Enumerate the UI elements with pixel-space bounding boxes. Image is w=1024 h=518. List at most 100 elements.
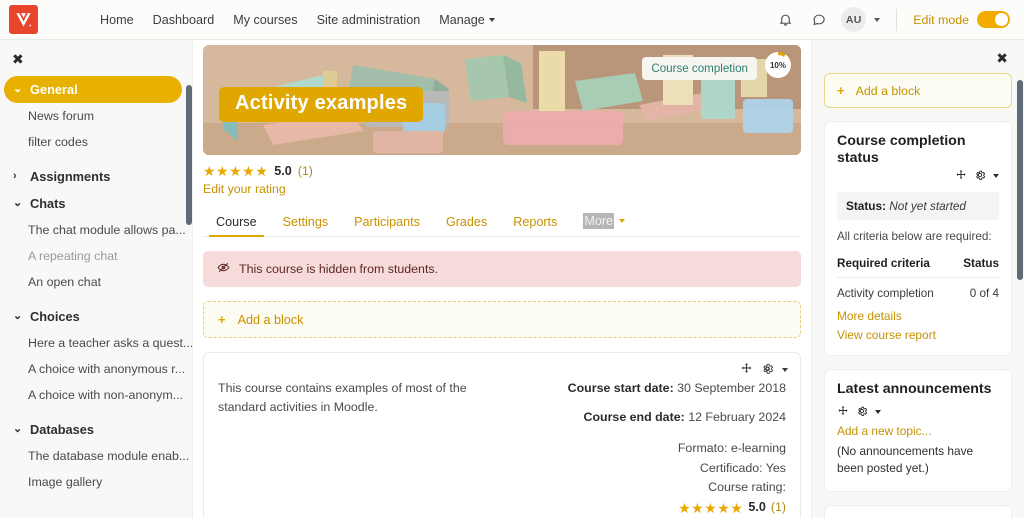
tab-course[interactable]: Course [203, 215, 270, 237]
message-icon[interactable] [808, 10, 828, 30]
tab-participants[interactable]: Participants [341, 215, 433, 236]
sidebar-section-assignments[interactable]: › Assignments [4, 163, 182, 190]
bell-icon[interactable] [775, 10, 795, 30]
tab-settings[interactable]: Settings [270, 215, 342, 236]
eye-slash-icon [217, 261, 230, 277]
rating-value: 5.0 [274, 164, 292, 178]
chevron-down-icon: ⌄ [13, 83, 23, 95]
sidebar-item-chat-module[interactable]: The chat module allows pa... [0, 217, 192, 243]
move-icon[interactable] [837, 405, 849, 419]
drawer-scrollbar[interactable] [1017, 80, 1023, 280]
chevron-down-icon[interactable] [993, 174, 999, 179]
criteria-table: Required criteria Status Activity comple… [837, 252, 999, 304]
add-block-button[interactable]: + Add a block [203, 301, 801, 338]
custom-fields: Formato: e-learning Certificado: Yes Cou… [533, 439, 786, 518]
sidebar-item-repeating-chat[interactable]: A repeating chat [0, 243, 192, 269]
course-tabs: Course Settings Participants Grades Repo… [203, 208, 801, 237]
block-controls [837, 405, 881, 419]
drawer-add-block-button[interactable]: + Add a block [824, 73, 1012, 108]
chevron-down-icon [619, 219, 626, 223]
move-icon[interactable] [740, 362, 753, 377]
sidebar-item-open-chat[interactable]: An open chat [0, 269, 192, 295]
site-logo[interactable] [9, 5, 38, 34]
sidebar-item-database-module[interactable]: The database module enab... [0, 443, 192, 469]
chevron-down-icon[interactable] [875, 410, 881, 415]
nav-link-my-courses[interactable]: My courses [233, 13, 297, 27]
course-banner: Activity examples Course completion 10% [203, 45, 801, 155]
sidebar-item-news-forum[interactable]: News forum [0, 103, 192, 129]
card-controls [740, 362, 788, 377]
more-details-link[interactable]: More details [837, 309, 999, 323]
toggle-switch[interactable] [977, 11, 1010, 28]
sidebar-section-databases[interactable]: ⌄ Databases [4, 416, 182, 443]
completion-status-value: Not yet started [889, 199, 966, 214]
add-new-topic-link[interactable]: Add a new topic... [837, 424, 999, 438]
add-block-label: Add a block [237, 312, 304, 327]
nav-link-manage[interactable]: Manage [439, 13, 495, 27]
tab-reports[interactable]: Reports [500, 215, 570, 236]
move-icon[interactable] [955, 169, 967, 183]
chevron-right-icon: › [13, 170, 17, 182]
nav-link-manage-label: Manage [439, 12, 485, 27]
block-latest-announcements: Latest announcements Add a new topic... … [824, 369, 1012, 492]
hidden-course-alert-text: This course is hidden from students. [239, 262, 439, 276]
block-title: Latest announcements [837, 381, 992, 398]
completion-status-label: Status: [846, 199, 886, 214]
chevron-down-icon: ⌄ [13, 197, 23, 209]
avatar[interactable]: AU [841, 7, 867, 32]
hidden-course-alert: This course is hidden from students. [203, 251, 801, 287]
sidebar-item-image-gallery[interactable]: Image gallery [0, 469, 192, 495]
close-icon[interactable]: ✖ [824, 40, 1012, 73]
column-header-required-criteria: Required criteria [837, 252, 956, 279]
close-icon[interactable]: ✖ [0, 40, 24, 76]
sidebar-section-chats[interactable]: ⌄ Chats [4, 190, 182, 217]
tab-more[interactable]: More [570, 213, 633, 236]
sidebar-section-label: Choices [30, 309, 80, 324]
sidebar-item-anonymous-choice[interactable]: A choice with anonymous r... [0, 356, 192, 382]
no-announcements-text: (No announcements have been posted yet.) [837, 444, 974, 476]
nav-link-dashboard[interactable]: Dashboard [153, 13, 215, 27]
field-certificado-value: Yes [765, 460, 786, 475]
sidebar-item-filter-codes[interactable]: filter codes [0, 129, 192, 155]
field-course-rating-label: Course rating: [708, 479, 786, 494]
criteria-note: All criteria below are required: [837, 230, 992, 244]
field-formato: Formato: e-learning [533, 439, 786, 458]
course-start-date-label: Course start date: [567, 381, 674, 395]
sidebar-section-label: Assignments [30, 169, 111, 184]
rating-count: (1) [770, 500, 786, 515]
gear-icon[interactable] [856, 405, 868, 419]
sidebar-item-non-anonymous-choice[interactable]: A choice with non-anonym... [0, 382, 192, 408]
tab-more-label: More [583, 213, 615, 229]
edit-mode-toggle[interactable]: Edit mode [913, 11, 1010, 28]
block-upcoming-events: Upcoming events There are no upcoming ev… [824, 504, 1012, 518]
cell-criteria-name: Activity completion [837, 287, 934, 301]
course-end-date-value: 12 February 2024 [688, 410, 786, 425]
edit-rating-link[interactable]: Edit your rating [203, 182, 801, 196]
nav-link-home[interactable]: Home [100, 13, 134, 27]
course-completion-pill[interactable]: Course completion [642, 57, 757, 80]
gear-icon[interactable] [974, 169, 986, 183]
sidebar-scrollbar[interactable] [186, 85, 192, 225]
table-row: Activity completion 0 of 4 [837, 278, 999, 305]
chevron-down-icon[interactable] [874, 17, 881, 22]
sidebar-section-choices[interactable]: ⌄ Choices [4, 303, 182, 330]
field-course-rating: ★★★★★ 5.0 (1) [533, 498, 786, 518]
sidebar-item-teacher-question[interactable]: Here a teacher asks a quest... [0, 330, 192, 356]
sidebar-section-general[interactable]: ⌄ General [4, 76, 182, 103]
view-course-report-link[interactable]: View course report [837, 328, 999, 342]
main-content: Activity examples Course completion 10% … [193, 40, 811, 518]
rating-count: (1) [297, 164, 313, 178]
block-controls [837, 169, 999, 183]
nav-link-site-administration[interactable]: Site administration [317, 13, 421, 27]
tab-grades[interactable]: Grades [433, 215, 500, 236]
block-header: Latest announcements [837, 381, 999, 419]
course-end-date-label: Course end date: [583, 410, 685, 425]
field-formato-label: Formato: [677, 441, 728, 456]
gear-icon[interactable] [761, 362, 774, 377]
star-rating-icon: ★★★★★ [678, 499, 744, 516]
sidebar-section-label: Databases [30, 422, 95, 437]
chevron-down-icon[interactable] [782, 367, 788, 372]
